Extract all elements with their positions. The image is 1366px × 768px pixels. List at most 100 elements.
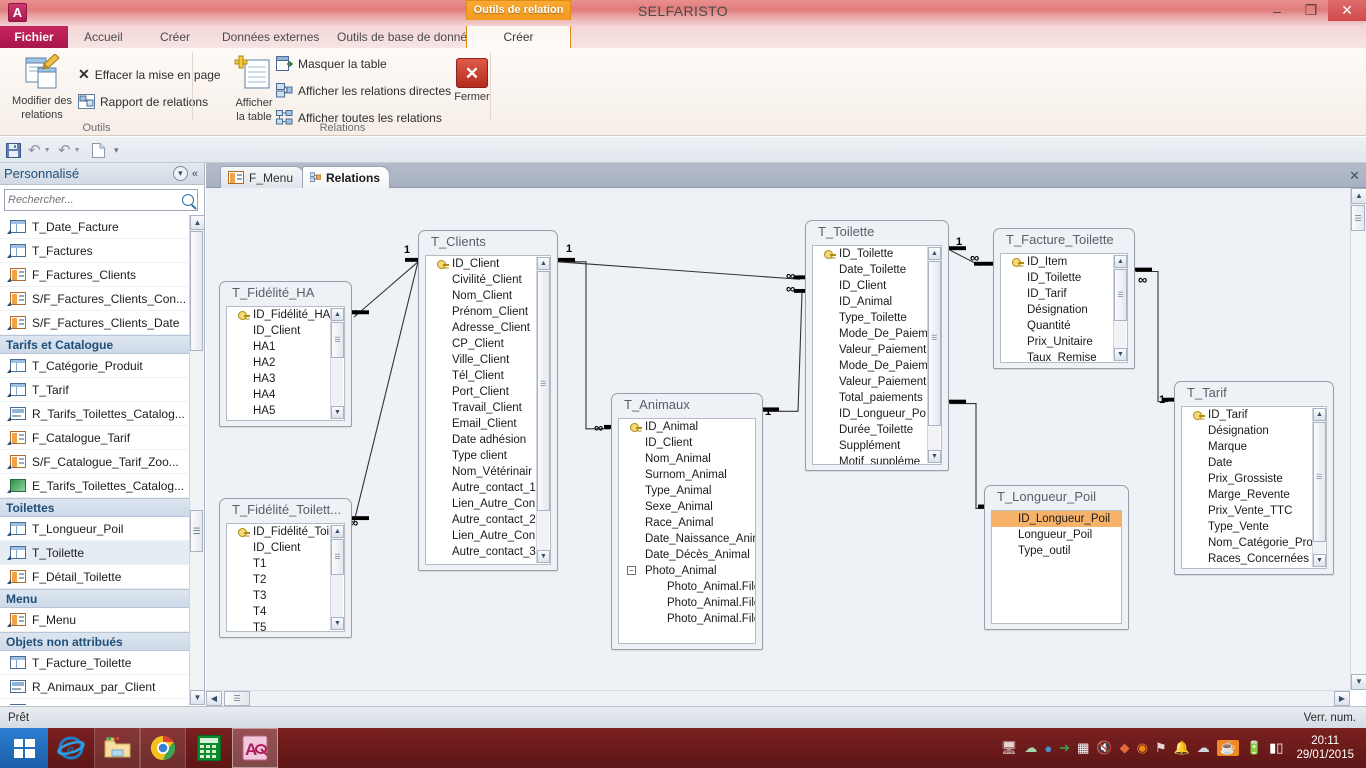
qat-save-button[interactable] bbox=[6, 141, 21, 159]
field-row[interactable]: HA4 bbox=[227, 387, 344, 403]
field-row[interactable]: ID_Animal bbox=[813, 294, 941, 310]
canvas-hscroll-thumb[interactable]: ☰ bbox=[224, 691, 250, 706]
field-row[interactable]: ID_Client bbox=[426, 256, 550, 272]
tray-malwarebytes-icon[interactable]: ● bbox=[1044, 741, 1052, 756]
field-row[interactable]: ID_Client bbox=[227, 540, 344, 556]
nav-group-header-tarifs[interactable]: Tarifs et Catalogue ▲ bbox=[0, 335, 204, 354]
field-list[interactable]: ID_Toilette Date_Toilette ID_Client ID_A… bbox=[812, 245, 942, 465]
field-row[interactable]: Race_Animal bbox=[619, 515, 755, 531]
table-scrollbar[interactable]: ▲ ☰ ▼ bbox=[536, 257, 550, 563]
scroll-thumb[interactable]: ☰ bbox=[537, 271, 550, 511]
field-row[interactable]: Quantité bbox=[1001, 318, 1127, 334]
table-box-t-tarif[interactable]: T_Tarif ID_Tarif Désignation Marque Date… bbox=[1174, 381, 1334, 575]
qat-new-button[interactable] bbox=[92, 141, 105, 159]
table-scrollbar[interactable]: ▲ ☰ ▼ bbox=[330, 308, 344, 419]
scroll-up-icon[interactable]: ▲ bbox=[190, 215, 205, 230]
table-scrollbar[interactable]: ▲ ☰ ▼ bbox=[1113, 255, 1127, 361]
field-row[interactable]: ID_Tarif bbox=[1001, 286, 1127, 302]
field-row[interactable]: ID_Fidélité_Toile bbox=[227, 524, 344, 540]
tab-accueil[interactable]: Accueil bbox=[72, 26, 135, 48]
field-row[interactable]: Marge_Revente bbox=[1182, 487, 1326, 503]
field-row[interactable]: Longueur_Poil bbox=[992, 527, 1121, 543]
tray-signal-icon[interactable]: ▮▯ bbox=[1269, 740, 1283, 756]
nav-item-r-facture-unitaire[interactable]: R_Facture_Unitaire bbox=[0, 699, 204, 705]
nav-item-r-tarifs-toilettes-catalog[interactable]: R_Tarifs_Toilettes_Catalog... bbox=[0, 402, 204, 426]
field-row[interactable]: Type_Vente bbox=[1182, 519, 1326, 535]
tray-network-monitor-icon[interactable]: 🖥 bbox=[1001, 740, 1018, 756]
field-row[interactable]: Port_Client bbox=[426, 384, 550, 400]
field-row[interactable]: Prix_Grossiste bbox=[1182, 471, 1326, 487]
tray-onedrive-icon[interactable]: ☁ bbox=[1197, 740, 1210, 756]
qat-redo-button[interactable]: ↷ ▼ bbox=[58, 141, 81, 159]
field-row[interactable]: Taux_Remise bbox=[1001, 350, 1127, 362]
field-row[interactable]: Mode_De_Paiem bbox=[813, 358, 941, 374]
minimize-button[interactable]: – bbox=[1260, 0, 1294, 21]
nav-pane-menu-icon[interactable]: ▾ bbox=[172, 166, 188, 181]
nav-search-box[interactable] bbox=[4, 189, 198, 211]
nav-item-f-detail-toilette[interactable]: F_Détail_Toilette bbox=[0, 565, 204, 589]
field-row[interactable]: Civilité_Client bbox=[426, 272, 550, 288]
close-button[interactable]: ✕ bbox=[1328, 0, 1366, 21]
nav-pane-collapse-icon[interactable]: « bbox=[192, 168, 200, 180]
field-row[interactable]: Date_Toilette bbox=[813, 262, 941, 278]
field-row[interactable]: T3 bbox=[227, 588, 344, 604]
field-list[interactable]: ID_Animal ID_Client Nom_Animal Surnom_An… bbox=[618, 418, 756, 644]
scroll-up-icon[interactable]: ▲ bbox=[331, 525, 344, 538]
field-row[interactable]: T4 bbox=[227, 604, 344, 620]
taskbar-clock[interactable]: 20:11 29/01/2015 bbox=[1290, 734, 1358, 762]
scroll-thumb[interactable]: ☰ bbox=[1313, 422, 1326, 542]
field-row[interactable]: Photo_Animal.File bbox=[619, 579, 755, 595]
field-row[interactable]: ID_Client bbox=[813, 278, 941, 294]
table-scrollbar[interactable]: ▲ ☰ ▼ bbox=[330, 525, 344, 630]
field-row[interactable]: T2 bbox=[227, 572, 344, 588]
field-row[interactable]: Travail_Client bbox=[426, 400, 550, 416]
field-list[interactable]: ID_Client Civilité_Client Nom_Client Pré… bbox=[425, 255, 551, 565]
afficher-relations-directes-button[interactable]: Afficher les relations directes bbox=[276, 83, 451, 98]
field-list[interactable]: ID_Fidélité_HA ID_Client HA1 HA2 HA3 HA4… bbox=[226, 306, 345, 421]
nav-item-r-animaux-par-client[interactable]: R_Animaux_par_Client bbox=[0, 675, 204, 699]
tray-avast-icon[interactable]: ◉ bbox=[1137, 740, 1148, 756]
nav-object-list[interactable]: T_Date_Facture T_Factures F_Factures_Cli… bbox=[0, 215, 204, 705]
field-row-selected[interactable]: ID_Longueur_Poil bbox=[992, 511, 1121, 527]
tab-creer-relations[interactable]: Créer bbox=[466, 26, 571, 48]
field-row[interactable]: ID_Client bbox=[227, 323, 344, 339]
table-box-t-facture-toilette[interactable]: T_Facture_Toilette ID_Item ID_Toilette I… bbox=[993, 228, 1135, 369]
scroll-thumb[interactable]: ☰ bbox=[331, 322, 344, 358]
nav-item-e-tarifs-toilettes-catalog[interactable]: E_Tarifs_Toilettes_Catalog... bbox=[0, 474, 204, 498]
field-row[interactable]: Autre_contact_1 bbox=[426, 480, 550, 496]
field-row[interactable]: Photo_Animal.File bbox=[619, 611, 755, 627]
field-row[interactable]: ID_Toilette bbox=[813, 246, 941, 262]
tray-utorrent-icon[interactable]: ➜ bbox=[1059, 740, 1070, 756]
field-list[interactable]: ID_Item ID_Toilette ID_Tarif Désignation… bbox=[1000, 253, 1128, 363]
scroll-thumb[interactable]: ☰ bbox=[1114, 269, 1127, 321]
tray-battery-icon[interactable]: 🔋 bbox=[1246, 740, 1262, 756]
scroll-down-icon[interactable]: ▼ bbox=[1313, 554, 1326, 567]
qat-undo-button[interactable]: ↶ ▼ bbox=[28, 141, 51, 159]
scroll-down-icon[interactable]: ▼ bbox=[331, 406, 344, 419]
nav-group-header-toilettes[interactable]: Toilettes ▲ bbox=[0, 498, 204, 517]
scroll-up-icon[interactable]: ▲ bbox=[1313, 408, 1326, 421]
field-row[interactable]: Adresse_Client bbox=[426, 320, 550, 336]
field-row[interactable]: Ville_Client bbox=[426, 352, 550, 368]
table-box-t-animaux[interactable]: T_Animaux ID_Animal ID_Client Nom_Animal… bbox=[611, 393, 763, 650]
field-row[interactable]: HA5 bbox=[227, 403, 344, 419]
qat-customize-button[interactable]: ▾ bbox=[114, 141, 119, 159]
field-row[interactable]: T1 bbox=[227, 556, 344, 572]
table-scrollbar[interactable]: ▲ ☰ ▼ bbox=[1312, 408, 1326, 567]
nav-item-sf-factures-clients-con[interactable]: S/F_Factures_Clients_Con... bbox=[0, 287, 204, 311]
field-row[interactable]: Mode_De_Paiem bbox=[813, 326, 941, 342]
table-box-t-fidelite-toilette[interactable]: T_Fidélité_Toilett... ID_Fidélité_Toile … bbox=[219, 498, 352, 638]
field-row[interactable]: Total_paiements bbox=[813, 390, 941, 406]
masquer-table-button[interactable]: Masquer la table bbox=[276, 56, 387, 71]
table-box-t-clients[interactable]: T_Clients ID_Client Civilité_Client Nom_… bbox=[418, 230, 558, 571]
field-list[interactable]: ID_Fidélité_Toile ID_Client T1 T2 T3 T4 … bbox=[226, 523, 345, 632]
field-row[interactable]: Type_Toilette bbox=[813, 310, 941, 326]
scroll-down-icon[interactable]: ▼ bbox=[928, 450, 941, 463]
taskbar-internet-explorer[interactable]: e bbox=[48, 728, 94, 768]
nav-item-f-factures-clients[interactable]: F_Factures_Clients bbox=[0, 263, 204, 287]
scroll-right-icon[interactable]: ▶ bbox=[1334, 691, 1350, 706]
scroll-thumb[interactable]: ☰ bbox=[331, 539, 344, 575]
field-row[interactable]: HA2 bbox=[227, 355, 344, 371]
scroll-thumb[interactable]: ☰ bbox=[928, 261, 941, 426]
field-row[interactable]: Type_outil bbox=[992, 543, 1121, 559]
